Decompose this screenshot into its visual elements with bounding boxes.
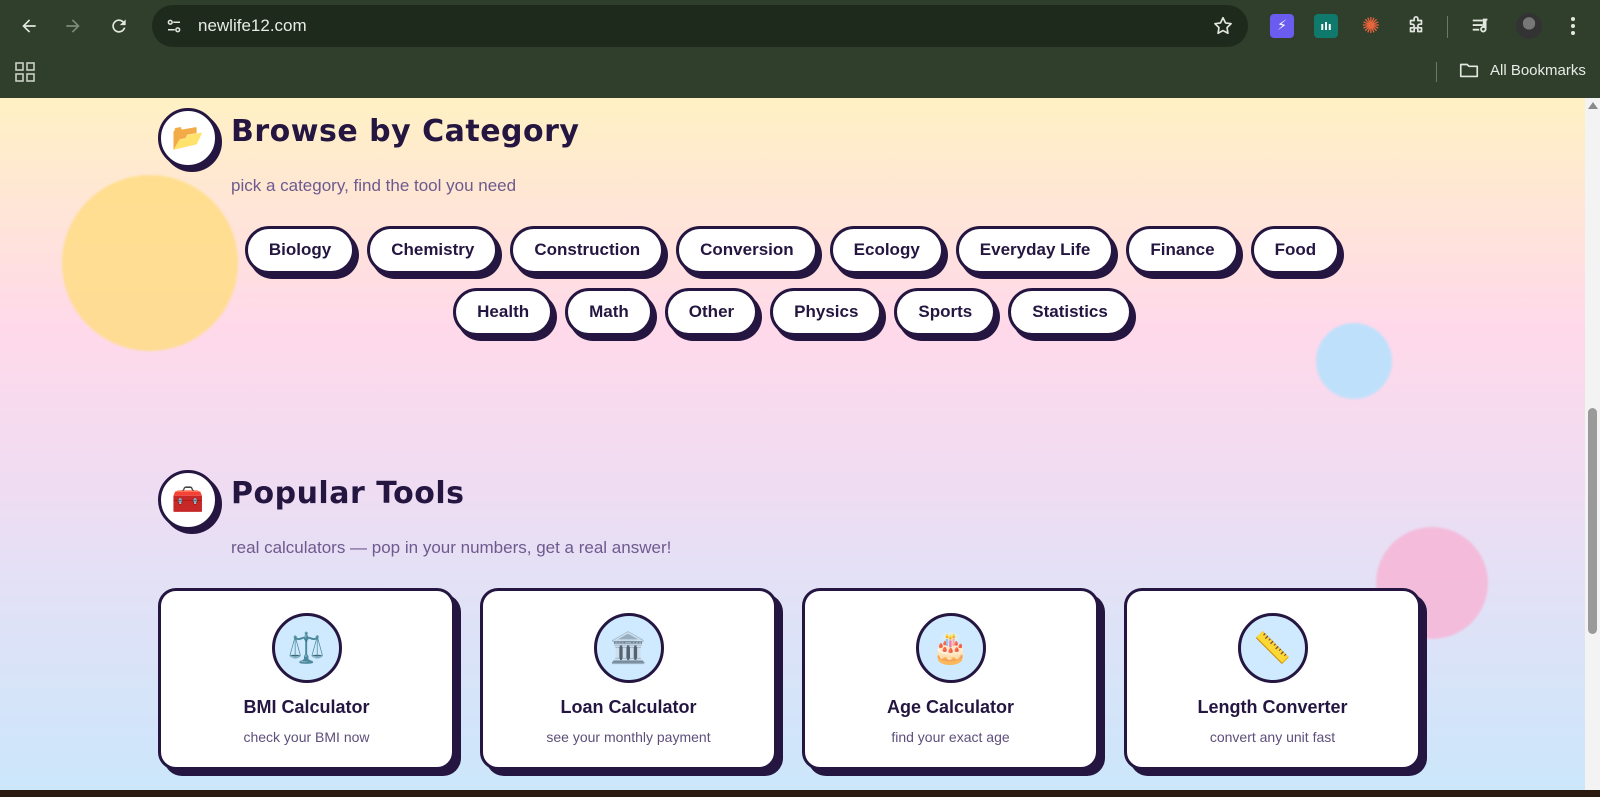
folder-emoji-icon: 📂 xyxy=(158,108,218,168)
category-chip-everyday-life[interactable]: Everyday Life xyxy=(955,226,1115,274)
category-chip-biology[interactable]: Biology xyxy=(244,226,356,274)
tools-section-title: Popular Tools xyxy=(231,476,465,511)
scroll-up-arrow-icon[interactable] xyxy=(1588,102,1598,109)
address-bar[interactable]: newlife12.com xyxy=(152,5,1248,47)
tools-section-subtitle: real calculators — pop in your numbers, … xyxy=(231,538,672,557)
all-bookmarks-label: All Bookmarks xyxy=(1490,61,1586,79)
category-section-subtitle: pick a category, find the tool you need xyxy=(231,176,517,195)
bank-icon: 🏛️ xyxy=(593,613,664,683)
back-arrow-icon xyxy=(22,19,36,33)
tool-card-title: BMI Calculator xyxy=(243,697,370,717)
profile-avatar[interactable] xyxy=(1516,13,1542,39)
all-bookmarks-button[interactable]: All Bookmarks xyxy=(1458,59,1586,81)
reload-icon xyxy=(112,19,126,33)
tool-card-description: find your exact age xyxy=(891,729,1010,745)
tool-card-description: check your BMI now xyxy=(243,729,370,745)
birthday-cake-icon: 🎂 xyxy=(915,613,986,683)
ruler-icon: 📏 xyxy=(1237,613,1308,683)
category-chip-chemistry[interactable]: Chemistry xyxy=(367,226,499,274)
chart-extension-icon[interactable]: ılı xyxy=(1314,14,1338,38)
category-chip-conversion[interactable]: Conversion xyxy=(676,226,818,274)
bookmarks-divider xyxy=(1436,62,1437,82)
tool-card-title: Length Converter xyxy=(1197,697,1348,717)
category-chip-ecology[interactable]: Ecology xyxy=(829,226,944,274)
sparkle-extension-icon[interactable]: ✺ xyxy=(1359,14,1383,39)
bookmark-star-icon[interactable] xyxy=(1212,15,1234,37)
forward-button[interactable] xyxy=(57,10,89,42)
browser-menu-icon[interactable] xyxy=(1563,14,1583,38)
extensions-puzzle-icon[interactable] xyxy=(1404,14,1428,38)
category-chips-row-2: Health Math Other Physics Sports Statist… xyxy=(0,288,1585,336)
category-chip-other[interactable]: Other xyxy=(664,288,759,336)
category-chip-food[interactable]: Food xyxy=(1250,226,1341,274)
bolt-extension-icon[interactable]: ⚡ xyxy=(1270,14,1294,38)
page-content: 📂 Browse by Category pick a category, fi… xyxy=(0,98,1585,790)
back-button[interactable] xyxy=(13,10,45,42)
category-chip-finance[interactable]: Finance xyxy=(1126,226,1239,274)
category-chip-sports[interactable]: Sports xyxy=(894,288,997,336)
reload-button[interactable] xyxy=(103,10,135,42)
bottom-edge xyxy=(0,790,1600,797)
media-queue-icon[interactable] xyxy=(1469,14,1493,38)
category-chips-row-1: Biology Chemistry Construction Conversio… xyxy=(0,226,1585,274)
tool-card-title: Age Calculator xyxy=(886,697,1015,717)
folder-icon xyxy=(1459,63,1479,78)
tool-card-bmi-calculator[interactable]: ⚖️ BMI Calculator check your BMI now xyxy=(158,588,455,770)
category-chip-construction[interactable]: Construction xyxy=(510,226,665,274)
category-chip-health[interactable]: Health xyxy=(453,288,554,336)
browser-toolbar: newlife12.com ⚡ ılı ✺ All Bookmarks xyxy=(0,0,1600,98)
tool-card-length-converter[interactable]: 📏 Length Converter convert any unit fast xyxy=(1124,588,1421,770)
tool-card-title: Loan Calculator xyxy=(560,697,697,717)
category-chip-math[interactable]: Math xyxy=(565,288,653,336)
page-scrollbar[interactable] xyxy=(1585,98,1600,790)
tool-card-description: see your monthly payment xyxy=(546,729,711,745)
scales-icon: ⚖️ xyxy=(271,613,342,683)
category-section-title: Browse by Category xyxy=(231,114,580,149)
forward-arrow-icon xyxy=(66,19,80,33)
category-chip-statistics[interactable]: Statistics xyxy=(1008,288,1132,336)
tool-card-loan-calculator[interactable]: 🏛️ Loan Calculator see your monthly paym… xyxy=(480,588,777,770)
tool-card-age-calculator[interactable]: 🎂 Age Calculator find your exact age xyxy=(802,588,1099,770)
category-chip-physics[interactable]: Physics xyxy=(770,288,883,336)
url-text[interactable]: newlife12.com xyxy=(198,16,307,36)
apps-grid-icon[interactable] xyxy=(15,62,35,82)
tool-card-description: convert any unit fast xyxy=(1209,729,1336,745)
toolbar-divider xyxy=(1447,16,1448,38)
popular-tools-grid: ⚖️ BMI Calculator check your BMI now 🏛️ … xyxy=(158,588,1421,770)
site-info-icon[interactable] xyxy=(162,14,186,38)
toolbox-emoji-icon: 🧰 xyxy=(158,470,218,530)
scrollbar-thumb[interactable] xyxy=(1588,408,1597,634)
